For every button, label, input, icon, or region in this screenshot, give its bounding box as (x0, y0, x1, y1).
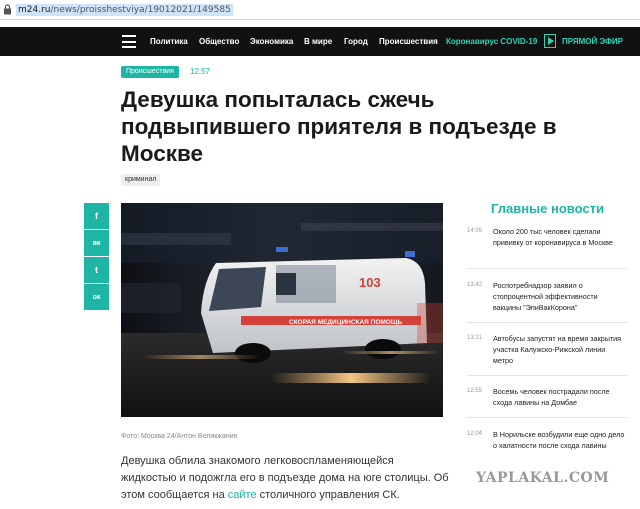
nav-item-city[interactable]: Город (344, 27, 368, 56)
url-text[interactable]: m24.ru/news/proisshestviya/19012021/1495… (16, 3, 233, 16)
address-bar[interactable]: m24.ru/news/proisshestviya/19012021/1495… (0, 0, 640, 20)
nav-item-covid[interactable]: Коронавирус COVID-19 (446, 27, 537, 56)
nav-item-economy[interactable]: Экономика (250, 27, 293, 56)
category-badge[interactable]: Происшествия (121, 66, 179, 78)
news-headline[interactable]: Автобусы запустят на время закрытия учас… (493, 333, 627, 366)
vk-icon: вк (92, 239, 101, 247)
nav-item-world[interactable]: В мире (304, 27, 332, 56)
news-headline[interactable]: Около 200 тыс человек сделали прививку о… (493, 226, 627, 248)
article-photo: 103 СКОРАЯ МЕДИЦИНСКАЯ ПОМОЩЬ (121, 203, 443, 417)
lock-icon (4, 4, 11, 15)
news-time: 12:04 (467, 431, 483, 437)
watermark: YAPLAKAL.COM (476, 470, 610, 486)
ambulance-text: СКОРАЯ МЕДИЦИНСКАЯ ПОМОЩЬ (289, 319, 402, 326)
news-time: 12:55 (467, 388, 483, 394)
play-icon (544, 34, 556, 48)
news-time: 13:42 (467, 282, 483, 288)
divider (467, 417, 627, 418)
article-lead: Девушка облила знакомого легковоспламеня… (121, 455, 449, 501)
publish-time: 12:57 (190, 67, 211, 76)
news-headline[interactable]: В Норильске возбудили еще одно дело о ха… (493, 429, 627, 451)
menu-icon[interactable] (122, 35, 136, 48)
news-headline[interactable]: Роспотребнадзор заявил о стопроцентной э… (493, 280, 627, 313)
tag-label[interactable]: криминал (121, 174, 161, 186)
divider (467, 375, 627, 376)
news-time: 13:21 (467, 335, 483, 341)
photo-caption: Фото: Москва 24/Антон Великжанин (121, 433, 238, 440)
nav-item-incidents[interactable]: Происшествия (379, 27, 438, 56)
twitter-share-button[interactable]: t (84, 257, 109, 283)
live-broadcast-link[interactable]: ПРЯМОЙ ЭФИР (544, 34, 623, 48)
nav-item-society[interactable]: Общество (199, 27, 239, 56)
sidebar-title: Главные новости (491, 201, 604, 216)
vk-share-button[interactable]: вк (84, 230, 109, 256)
facebook-share-button[interactable]: f (84, 203, 109, 229)
ambulance-image: 103 СКОРАЯ МЕДИЦИНСКАЯ ПОМОЩЬ (121, 203, 443, 417)
news-time: 14:09 (467, 228, 483, 234)
twitter-icon: t (95, 265, 98, 275)
ambulance-number: 103 (359, 275, 381, 290)
odnoklassniki-icon: ок (92, 293, 101, 301)
source-link[interactable]: сайте (228, 489, 257, 501)
facebook-icon: f (95, 211, 98, 221)
news-headline[interactable]: Восемь человек пострадали после схода ла… (493, 386, 627, 408)
nav-item-politics[interactable]: Политика (150, 27, 188, 56)
article-title: Девушка попыталась сжечь подвыпившего пр… (121, 87, 557, 166)
live-label: ПРЯМОЙ ЭФИР (562, 36, 623, 46)
divider (467, 268, 627, 269)
top-navigation: Политика Общество Экономика В мире Город… (0, 27, 640, 56)
odnoklassniki-share-button[interactable]: ок (84, 284, 109, 310)
divider (467, 322, 627, 323)
